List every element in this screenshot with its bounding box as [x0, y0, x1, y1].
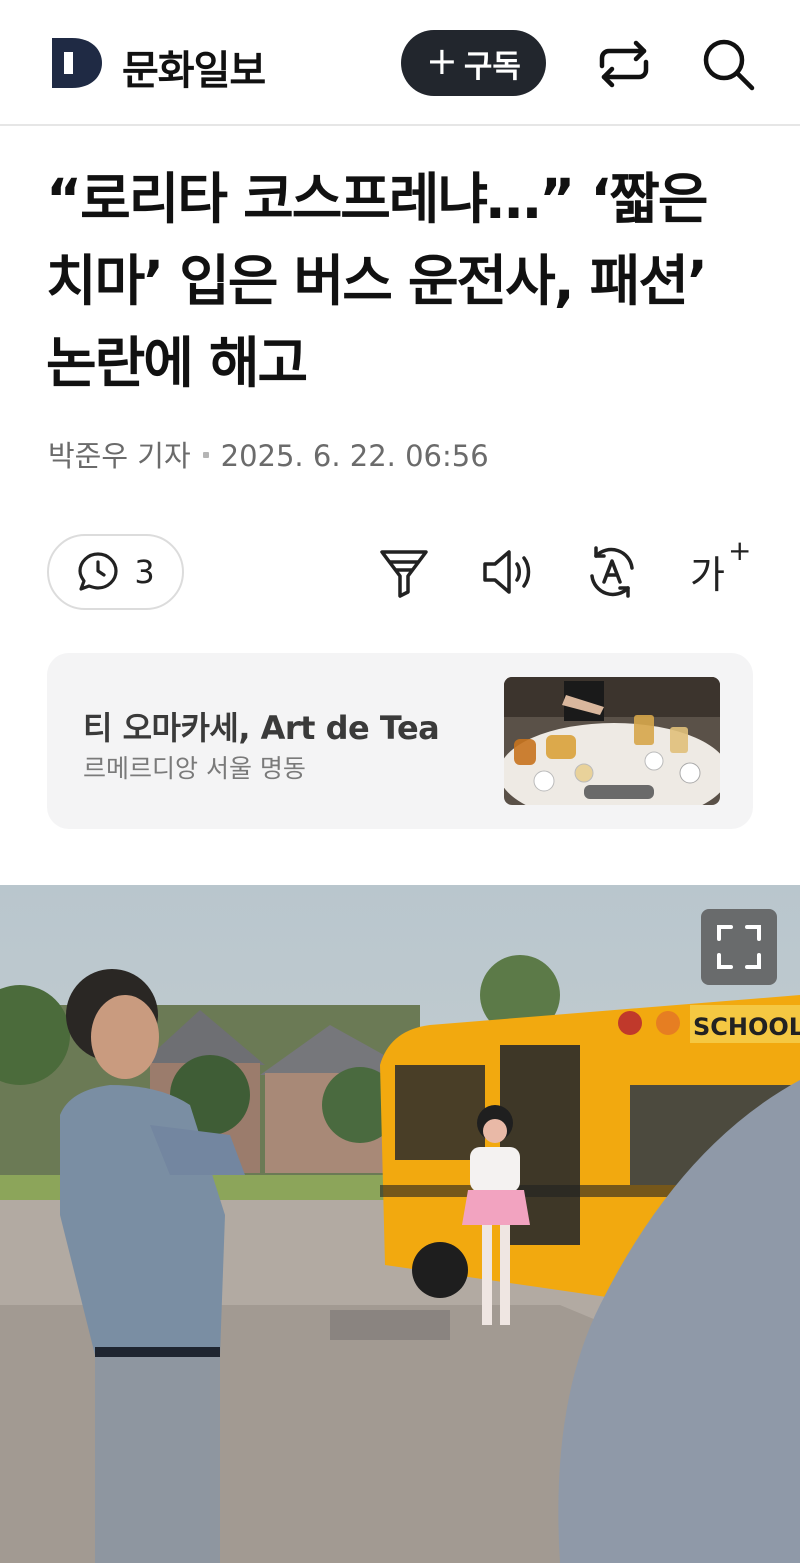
subscribe-label: 구독: [463, 48, 521, 85]
search-icon[interactable]: [700, 36, 756, 92]
comment-count: 3: [134, 553, 155, 591]
ad-subtitle: 르메르디앙 서울 명동: [83, 754, 306, 783]
top-header: 문화일보 + 구독: [0, 0, 800, 126]
article-title: “로리타 코스프레냐…” ‘짧은 치마’ 입은 버스 운전사, 패션’ 논란에 …: [46, 167, 709, 395]
filter-icon[interactable]: [376, 544, 432, 600]
separator-dot: [202, 451, 209, 458]
ad-thumbnail-image: [504, 677, 720, 805]
author-name[interactable]: 박준우 기자: [48, 439, 191, 473]
ad-card[interactable]: 티 오마카세, Art de Tea 르메르디앙 서울 명동: [47, 653, 753, 829]
plus-icon: +: [426, 39, 458, 83]
expand-button[interactable]: [701, 909, 777, 985]
share-icon[interactable]: [596, 36, 652, 92]
logo-icon[interactable]: [48, 34, 104, 92]
subscribe-button[interactable]: + 구독: [401, 30, 546, 96]
font-size-button[interactable]: 가 +: [690, 534, 751, 600]
comment-button[interactable]: 3: [47, 534, 184, 610]
brand-name[interactable]: 문화일보: [122, 38, 266, 96]
article-photo[interactable]: SCHOOL BUS: [0, 885, 800, 1563]
expand-icon: [717, 925, 761, 969]
font-size-plus: +: [728, 534, 752, 567]
speaker-icon[interactable]: [481, 544, 537, 600]
publish-date: 2025. 6. 22. 06:56: [220, 439, 489, 473]
byline: 박준우 기자 2025. 6. 22. 06:56: [48, 433, 489, 475]
bus-sign-text: SCHOOL BUS: [693, 1013, 800, 1041]
font-size-label: 가: [690, 553, 725, 597]
ad-title: 티 오마카세, Art de Tea: [83, 709, 440, 747]
comment-icon: [78, 552, 118, 591]
translate-icon[interactable]: [584, 544, 640, 600]
